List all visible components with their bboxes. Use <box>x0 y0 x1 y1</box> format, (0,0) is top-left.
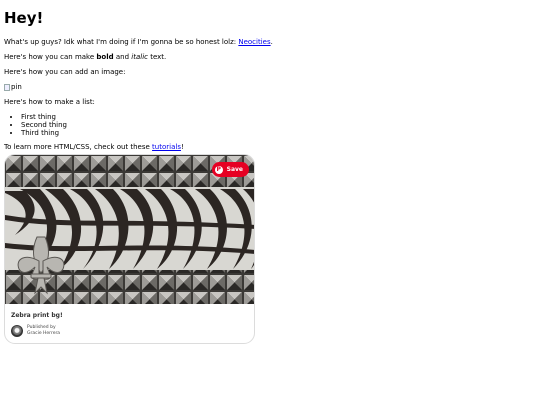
list-intro: Here's how to make a list: <box>4 98 95 106</box>
formatting-mid: and <box>113 53 132 61</box>
list-item: Second thing <box>21 121 536 129</box>
tutorials-link[interactable]: tutorials <box>152 143 181 151</box>
example-list: First thing Second thing Third thing <box>4 113 536 137</box>
publisher-text: Published by Gracie Herrera <box>27 325 60 337</box>
save-button[interactable]: P Save <box>211 162 249 177</box>
save-label: Save <box>226 166 243 173</box>
publisher-info[interactable]: Published by Gracie Herrera <box>11 325 60 337</box>
list-item: First thing <box>21 113 536 121</box>
image-intro: Here's how you can add an image: <box>4 68 126 76</box>
italic-text: italic <box>131 53 148 61</box>
list-item: Third thing <box>21 129 536 137</box>
learn-pre: To learn more HTML/CSS, check out these <box>4 143 153 151</box>
formatting-pre: Here's how you can make <box>4 53 97 61</box>
bold-text: bold <box>96 53 114 61</box>
page-heading: Hey! <box>4 9 44 27</box>
pinterest-logo-icon: P <box>214 165 223 174</box>
formatting-paragraph: Here's how you can make bold and italic … <box>4 53 536 62</box>
broken-image-icon <box>4 84 10 91</box>
image-alt-text: pin <box>11 83 22 91</box>
pinterest-pin-card[interactable]: P Save Zebra print bg! Published by Grac… <box>4 154 255 344</box>
publisher-name[interactable]: Gracie Herrera <box>27 331 60 337</box>
intro-text: What's up guys? Idk what I'm doing if I'… <box>4 38 239 46</box>
publisher-avatar[interactable] <box>11 325 23 337</box>
pin-title[interactable]: Zebra print bg! <box>11 312 63 319</box>
page: Hey! What's up guys? Idk what I'm doing … <box>0 10 540 152</box>
learn-paragraph: To learn more HTML/CSS, check out these … <box>4 143 536 152</box>
learn-post: ! <box>180 143 184 151</box>
intro-paragraph: What's up guys? Idk what I'm doing if I'… <box>4 38 536 47</box>
formatting-post: text. <box>147 53 167 61</box>
broken-image: pin <box>4 83 536 92</box>
intro-end: . <box>270 38 273 46</box>
neocities-link[interactable]: Neocities <box>238 38 270 46</box>
zebra-print-image[interactable] <box>5 155 255 304</box>
